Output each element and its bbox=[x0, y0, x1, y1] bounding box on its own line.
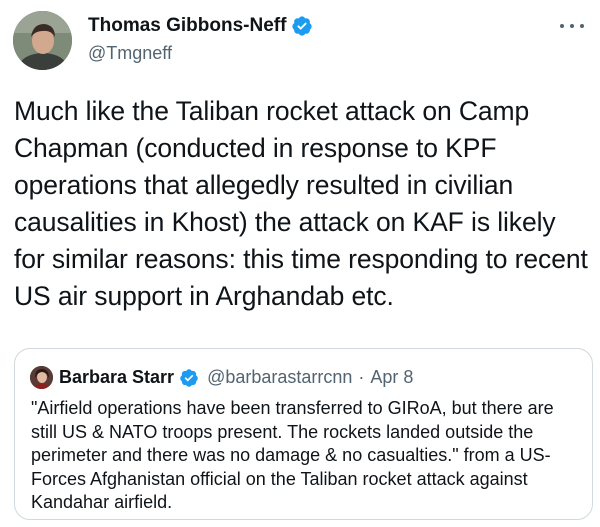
verified-badge-icon bbox=[292, 16, 313, 36]
quoted-tweet[interactable]: Barbara Starr @barbarastarrcnn · Apr 8 "… bbox=[14, 348, 593, 520]
tweet-card: Thomas Gibbons-Neff @Tmgneff Much like t… bbox=[0, 0, 600, 527]
quoted-separator: · bbox=[358, 367, 365, 387]
author-info: Thomas Gibbons-Neff @Tmgneff bbox=[88, 14, 313, 65]
more-dot-icon bbox=[560, 24, 564, 28]
quoted-author-avatar bbox=[30, 366, 53, 389]
more-dot-icon bbox=[580, 24, 584, 28]
profile-photo-icon bbox=[13, 11, 72, 70]
quoted-author-handle: @barbarastarrcnn bbox=[207, 367, 353, 387]
author-display-name[interactable]: Thomas Gibbons-Neff bbox=[88, 14, 286, 38]
author-name-row: Thomas Gibbons-Neff bbox=[88, 14, 313, 38]
tweet-text: Much like the Taliban rocket attack on C… bbox=[14, 96, 588, 311]
author-avatar[interactable] bbox=[13, 11, 72, 70]
quoted-verified-badge-icon bbox=[180, 368, 198, 387]
quoted-profile-photo-icon bbox=[30, 366, 53, 389]
more-dot-icon bbox=[570, 24, 574, 28]
more-options-button[interactable] bbox=[560, 18, 584, 34]
quoted-tweet-header: Barbara Starr @barbarastarrcnn · Apr 8 bbox=[30, 366, 413, 389]
author-handle[interactable]: @Tmgneff bbox=[88, 41, 313, 65]
quoted-author-name: Barbara Starr bbox=[59, 367, 175, 387]
quoted-tweet-text: "Airfield operations have been transferr… bbox=[31, 398, 554, 512]
quoted-tweet-date: Apr 8 bbox=[370, 367, 414, 387]
